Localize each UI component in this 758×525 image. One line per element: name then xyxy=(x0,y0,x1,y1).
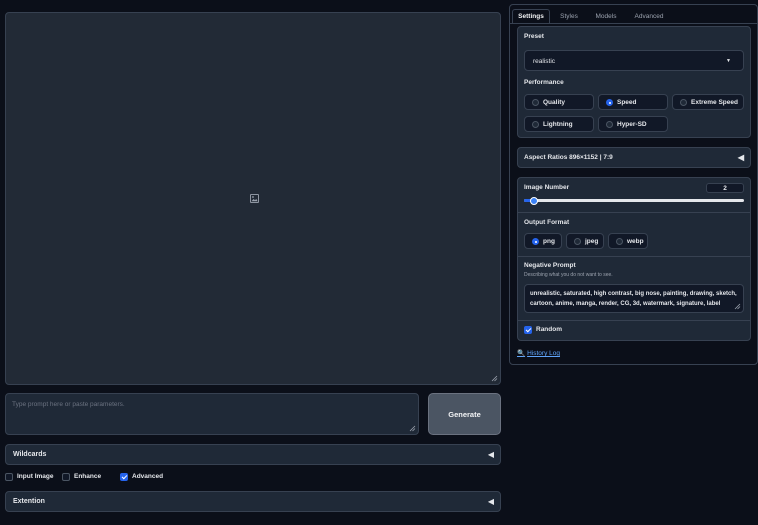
radio-label: Quality xyxy=(543,99,566,106)
aspect-ratios-accordion[interactable]: Aspect Ratios 896×1152 | 7:9 ◀ xyxy=(517,147,751,168)
random-label[interactable]: Random xyxy=(536,326,562,333)
resize-handle-icon[interactable] xyxy=(409,425,416,432)
chevron-down-icon: ▼ xyxy=(726,58,731,64)
divider xyxy=(518,256,750,257)
radio-dot-icon xyxy=(616,238,623,245)
advanced-label[interactable]: Advanced xyxy=(132,473,163,480)
collapse-arrow-icon: ◀ xyxy=(487,497,494,506)
tab-divider xyxy=(510,23,757,24)
radio-label: Speed xyxy=(617,99,637,106)
tab-models[interactable]: Models xyxy=(590,9,622,23)
prompt-input[interactable]: Type prompt here or paste parameters. xyxy=(5,393,419,435)
preset-performance-group: Preset realistic ▼ Performance Quality S… xyxy=(517,26,751,138)
collapse-arrow-icon: ◀ xyxy=(737,153,744,162)
performance-speed-radio[interactable]: Speed xyxy=(598,94,668,110)
negative-prompt-text: unrealistic, saturated, high contrast, b… xyxy=(530,291,737,307)
image-number-input[interactable]: 2 xyxy=(706,183,744,193)
image-number-slider[interactable] xyxy=(524,196,744,205)
generate-button[interactable]: Generate xyxy=(428,393,501,435)
output-format-jpeg-radio[interactable]: jpeg xyxy=(566,233,604,249)
resize-handle-icon[interactable] xyxy=(734,303,741,310)
divider xyxy=(518,212,750,213)
preset-label: Preset xyxy=(524,33,544,40)
negative-prompt-textarea[interactable]: unrealistic, saturated, high contrast, b… xyxy=(524,284,744,313)
negative-prompt-hint: Describing what you do not want to see. xyxy=(524,272,613,278)
options-row: Input Image Enhance Advanced xyxy=(5,473,205,483)
radio-label: jpeg xyxy=(585,238,599,245)
performance-lightning-radio[interactable]: Lightning xyxy=(524,116,594,132)
enhance-checkbox[interactable] xyxy=(62,473,70,481)
tab-settings[interactable]: Settings xyxy=(512,9,550,23)
wildcards-label: Wildcards xyxy=(13,451,47,458)
history-log-icon: 🔍 xyxy=(517,350,526,357)
input-image-checkbox[interactable] xyxy=(5,473,13,481)
radio-label: png xyxy=(543,238,555,245)
random-checkbox[interactable] xyxy=(524,326,532,334)
resize-handle-icon[interactable] xyxy=(491,375,498,382)
performance-quality-radio[interactable]: Quality xyxy=(524,94,594,110)
enhance-label[interactable]: Enhance xyxy=(74,473,101,480)
history-log-label: History Log xyxy=(527,350,560,357)
aspect-ratios-label: Aspect Ratios 896×1152 | 7:9 xyxy=(524,154,613,161)
output-format-webp-radio[interactable]: webp xyxy=(608,233,648,249)
performance-extreme-speed-radio[interactable]: Extreme Speed xyxy=(672,94,744,110)
image-placeholder-icon xyxy=(250,194,259,203)
radio-label: Extreme Speed xyxy=(691,99,738,106)
radio-label: Lightning xyxy=(543,121,573,128)
advanced-checkbox[interactable] xyxy=(120,473,128,481)
output-format-label: Output Format xyxy=(524,219,570,226)
settings-panel: Settings Styles Models Advanced Preset r… xyxy=(509,4,758,365)
negative-prompt-label: Negative Prompt xyxy=(524,262,576,269)
radio-dot-icon xyxy=(574,238,581,245)
collapse-arrow-icon: ◀ xyxy=(487,450,494,459)
radio-label: webp xyxy=(627,238,644,245)
tab-styles[interactable]: Styles xyxy=(554,9,584,23)
divider xyxy=(518,320,750,321)
preset-value: realistic xyxy=(533,58,556,65)
radio-dot-icon xyxy=(606,99,613,106)
tab-advanced[interactable]: Advanced xyxy=(628,9,670,23)
radio-dot-icon xyxy=(606,121,613,128)
image-number-label: Image Number xyxy=(524,184,570,191)
prompt-placeholder: Type prompt here or paste parameters. xyxy=(12,401,125,408)
radio-dot-icon xyxy=(532,121,539,128)
generation-options-group: Image Number 2 Output Format png jpeg we… xyxy=(517,177,751,341)
history-log-link[interactable]: 🔍 History Log xyxy=(517,349,560,357)
image-gallery[interactable] xyxy=(5,12,501,385)
slider-thumb[interactable] xyxy=(529,196,538,205)
radio-dot-icon xyxy=(532,99,539,106)
radio-dot-icon xyxy=(680,99,687,106)
input-image-label[interactable]: Input Image xyxy=(17,473,53,480)
radio-dot-icon xyxy=(532,238,539,245)
preset-dropdown[interactable]: realistic ▼ xyxy=(524,50,744,71)
extention-label: Extention xyxy=(13,498,45,505)
output-format-png-radio[interactable]: png xyxy=(524,233,562,249)
radio-label: Hyper-SD xyxy=(617,121,647,128)
performance-label: Performance xyxy=(524,79,564,86)
wildcards-accordion[interactable]: Wildcards ◀ xyxy=(5,444,501,465)
performance-hyper-sd-radio[interactable]: Hyper-SD xyxy=(598,116,668,132)
extention-accordion[interactable]: Extention ◀ xyxy=(5,491,501,512)
